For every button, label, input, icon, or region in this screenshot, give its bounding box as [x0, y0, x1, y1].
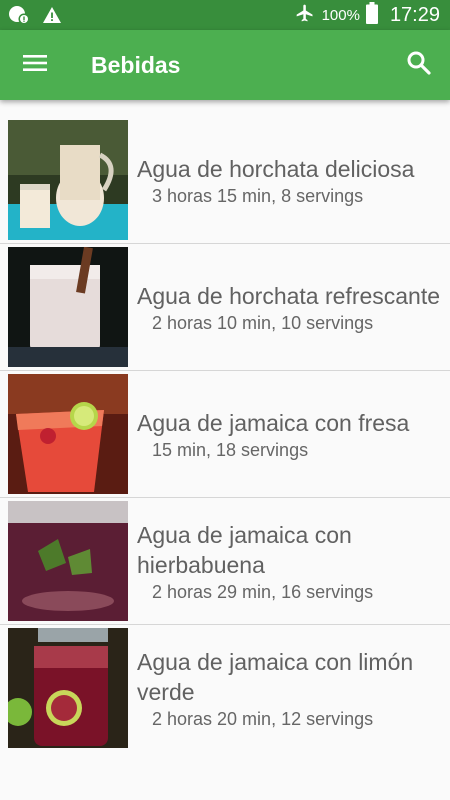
recipe-thumbnail — [8, 374, 128, 494]
recipe-details: 2 horas 29 min, 16 servings — [152, 581, 374, 602]
recipe-title: Agua de jamaica con fresa — [137, 409, 410, 436]
recipe-thumbnail — [8, 247, 128, 367]
battery-percent: 100% — [321, 6, 360, 24]
battery-icon — [365, 1, 378, 29]
recipe-item[interactable]: Agua de jamaica con fresa 15 min, 18 ser… — [0, 371, 450, 498]
recipe-title: Agua de jamaica con limón verde — [137, 648, 414, 705]
app-bar: Bebidas — [0, 30, 450, 100]
recipe-title: Agua de horchata deliciosa — [137, 155, 415, 182]
recipe-details: 3 horas 15 min, 8 servings — [152, 185, 364, 206]
recipe-text: Agua de horchata deliciosa 3 horas 15 mi… — [137, 117, 444, 243]
recipe-thumbnail — [8, 120, 128, 240]
status-left — [8, 5, 62, 30]
clock: 17:29 — [389, 3, 440, 26]
airplane-mode-icon — [294, 3, 316, 28]
recipe-text: Agua de horchata refrescante 2 horas 10 … — [137, 244, 444, 370]
search-icon — [406, 50, 432, 81]
recipe-item[interactable]: Agua de horchata refrescante 2 horas 10 … — [0, 244, 450, 371]
recipe-item[interactable]: Agua de jamaica con limón verde 2 horas … — [0, 625, 450, 751]
recipe-list: Agua de horchata deliciosa 3 horas 15 mi… — [0, 117, 450, 751]
recipe-title: Agua de horchata refrescante — [137, 282, 441, 309]
search-button[interactable] — [402, 48, 436, 82]
menu-icon — [22, 53, 48, 78]
recipe-thumbnail — [8, 501, 128, 621]
recipe-text: Agua de jamaica con limón verde 2 horas … — [137, 625, 444, 751]
recipe-item[interactable]: Agua de jamaica con hierbabuena 2 horas … — [0, 498, 450, 625]
recipe-text: Agua de jamaica con fresa 15 min, 18 ser… — [137, 371, 444, 497]
status-bar: 100% 17:29 — [0, 0, 450, 30]
recipe-thumbnail — [8, 628, 128, 748]
recipe-details: 15 min, 18 servings — [152, 439, 309, 460]
recipe-details: 2 horas 20 min, 12 servings — [152, 708, 374, 729]
menu-button[interactable] — [18, 50, 52, 80]
page-title: Bebidas — [91, 52, 181, 78]
warning-icon — [42, 6, 62, 29]
recipe-item[interactable]: Agua de horchata deliciosa 3 horas 15 mi… — [0, 117, 450, 244]
recipe-text: Agua de jamaica con hierbabuena 2 horas … — [137, 498, 444, 624]
notification-icon — [8, 5, 30, 30]
status-right: 100% 17:29 — [294, 0, 440, 30]
recipe-details: 2 horas 10 min, 10 servings — [152, 312, 374, 333]
recipe-title: Agua de jamaica con hierbabuena — [137, 521, 352, 578]
